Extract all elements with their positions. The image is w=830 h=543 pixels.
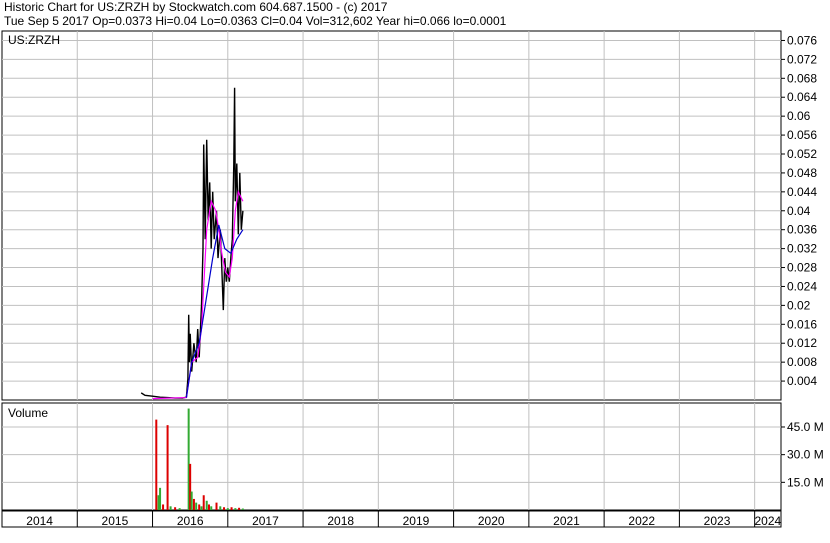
volume-bar <box>202 495 205 510</box>
year-label: 2014 <box>26 514 53 528</box>
volume-panel-frame <box>1 402 782 511</box>
year-label: 2021 <box>553 514 580 528</box>
volume-bar <box>198 504 201 510</box>
price-tick-label: 0.072 <box>787 52 817 66</box>
year-label: 2018 <box>327 514 354 528</box>
price-tick-label: 0.02 <box>787 298 811 312</box>
ma-short-series-line <box>152 189 244 400</box>
stock-chart: Historic Chart for US:ZRZH by Stockwatch… <box>0 0 830 543</box>
price-tick-label: 0.044 <box>787 185 817 199</box>
volume-bar <box>210 506 213 510</box>
year-label: 2023 <box>704 514 731 528</box>
price-tick-label: 0.008 <box>787 355 817 369</box>
year-label: 2015 <box>102 514 129 528</box>
volume-bar <box>190 491 193 510</box>
price-tick-label: 0.068 <box>787 71 817 85</box>
price-tick-label: 0.048 <box>787 166 817 180</box>
chart-canvas: 2014 2015 2016 2017 2018 2019 2020 2021 2022 2023… <box>1 30 824 528</box>
volume-bar <box>226 508 229 510</box>
volume-bar <box>205 500 208 510</box>
year-label: 2016 <box>177 514 204 528</box>
volume-bar <box>178 508 181 510</box>
volume-bar <box>219 506 222 510</box>
price-panel-frame <box>1 30 782 401</box>
volume-bar <box>238 507 241 510</box>
volume-tick-label: 45.0 M <box>787 420 824 434</box>
price-tick-label: 0.052 <box>787 147 817 161</box>
volume-bar <box>215 502 218 510</box>
price-tick-label: 0.024 <box>787 279 817 293</box>
year-label: 2019 <box>403 514 430 528</box>
volume-bar <box>166 425 169 510</box>
volume-bar <box>241 508 244 510</box>
price-tick-label: 0.012 <box>787 336 817 350</box>
price-tick-label: 0.04 <box>787 204 811 218</box>
volume-bar <box>195 502 198 510</box>
price-tick-label: 0.028 <box>787 261 817 275</box>
ma-long-series-line <box>185 224 244 398</box>
volume-bar <box>230 507 233 510</box>
price-tick-label: 0.056 <box>787 128 817 142</box>
price-tick-label: 0.032 <box>787 242 817 256</box>
volume-bar <box>155 419 158 510</box>
year-label: 2017 <box>252 514 279 528</box>
price-tick-label: 0.064 <box>787 90 817 104</box>
volume-bar <box>169 506 172 510</box>
price-tick-label: 0.076 <box>787 33 817 47</box>
volume-bar <box>162 504 165 510</box>
volume-bar <box>207 504 210 510</box>
volume-bar <box>159 487 162 510</box>
volume-tick-label: 30.0 M <box>787 448 824 462</box>
price-panel-title: US:ZRZH <box>8 33 60 47</box>
year-label: 2024 <box>754 514 781 528</box>
year-label: 2022 <box>628 514 655 528</box>
volume-bar <box>234 508 237 510</box>
volume-bar <box>192 498 195 510</box>
price-tick-label: 0.016 <box>787 317 817 331</box>
volume-panel-title: Volume <box>8 406 48 420</box>
year-label: 2020 <box>478 514 505 528</box>
price-tick-label: 0.06 <box>787 109 811 123</box>
volume-tick-label: 15.0 M <box>787 475 824 489</box>
volume-bar <box>174 507 177 510</box>
price-tick-label: 0.036 <box>787 223 817 237</box>
price-tick-label: 0.004 <box>787 374 817 388</box>
volume-bar <box>200 506 203 510</box>
volume-bar <box>223 507 226 510</box>
